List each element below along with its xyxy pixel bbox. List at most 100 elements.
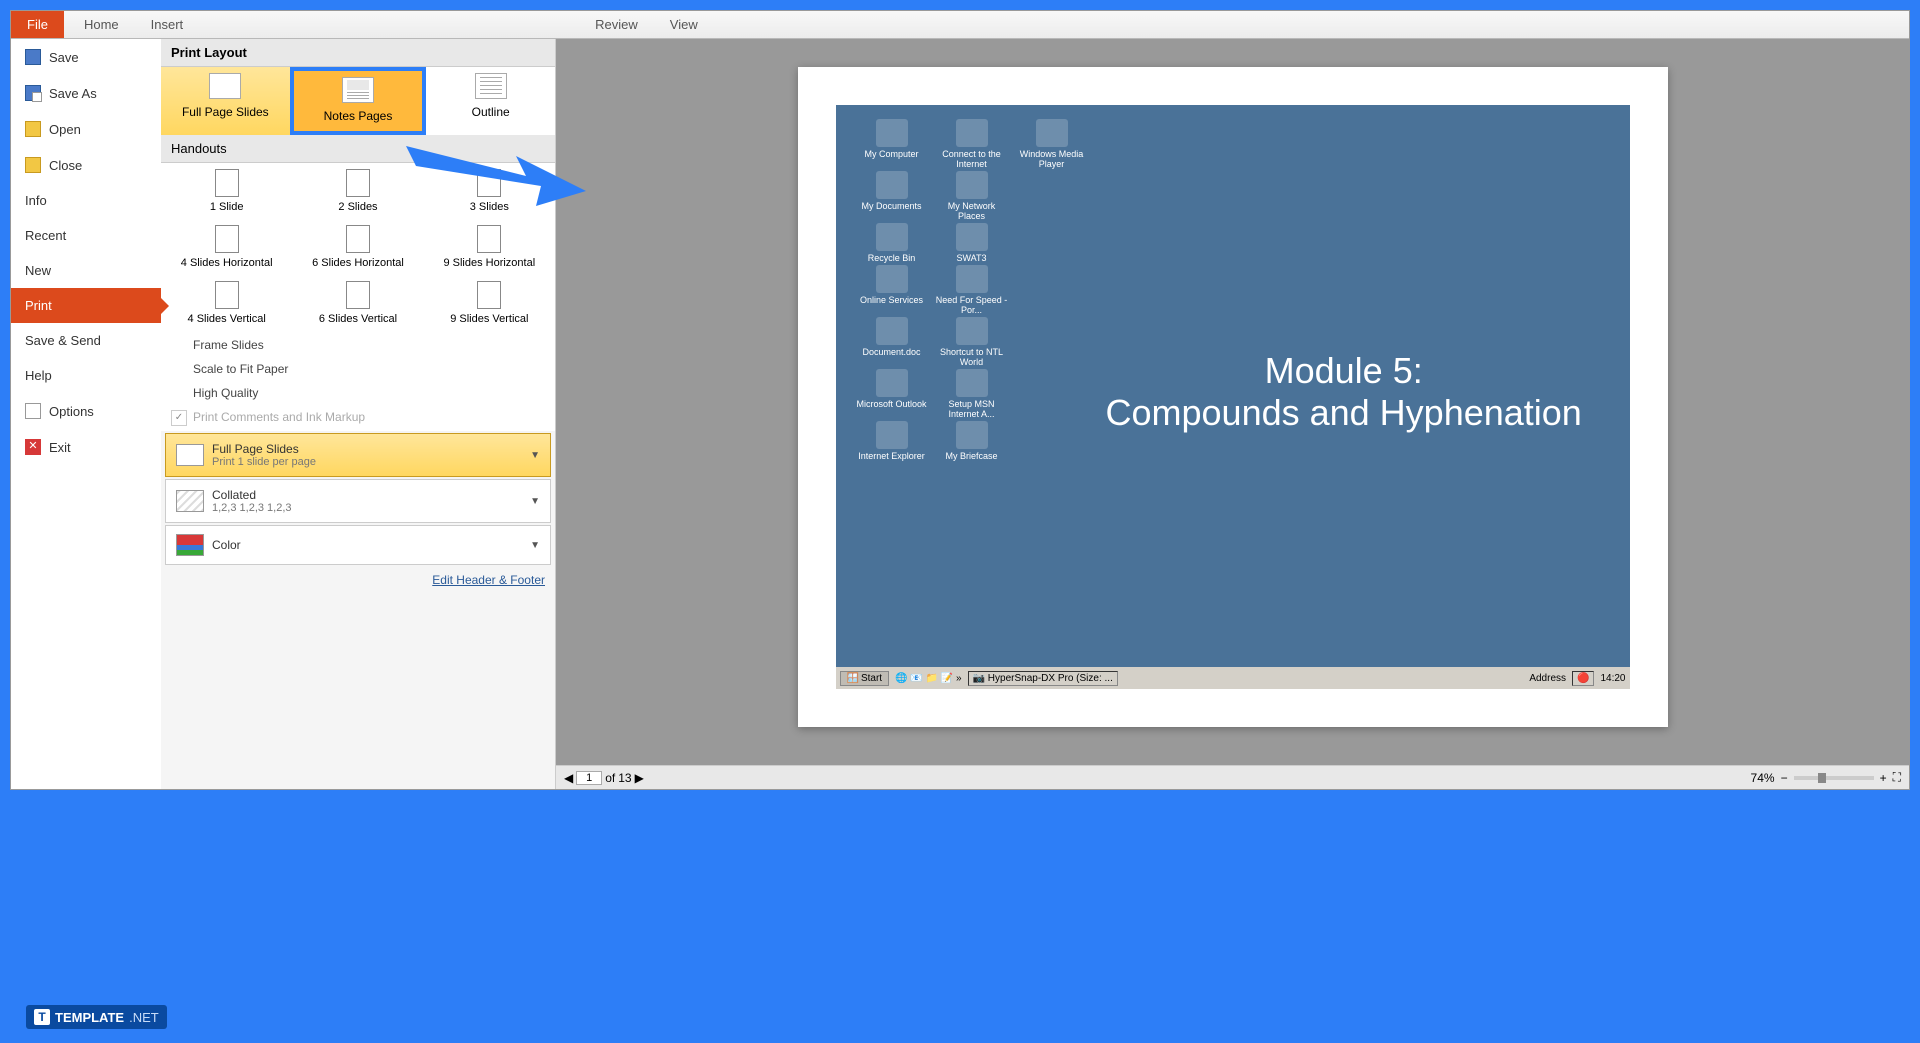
options-icon <box>25 403 41 419</box>
prev-page-button[interactable]: ◀ <box>564 771 573 785</box>
setting-fps-icon <box>176 444 204 466</box>
tab-insert[interactable]: Insert <box>135 11 200 38</box>
handout-4h-icon <box>215 225 239 253</box>
handout-3-slides[interactable]: 3 Slides <box>424 163 555 219</box>
quicklaunch-icons: 🌐 📧 📁 📝 » <box>895 673 961 684</box>
tab-review[interactable]: Review <box>579 11 654 38</box>
handout-9h-label: 9 Slides Horizontal <box>443 257 535 269</box>
handout-1-slide[interactable]: 1 Slide <box>161 163 292 219</box>
check-frame-slides[interactable]: Frame Slides <box>161 333 555 357</box>
print-layout-header: Print Layout <box>161 39 555 67</box>
handout-2-slides[interactable]: 2 Slides <box>292 163 423 219</box>
dropdown-arrow-icon: ▼ <box>530 450 540 461</box>
handout-1-label: 1 Slide <box>210 201 244 213</box>
total-pages: 13 <box>618 771 631 785</box>
notes-pages-icon <box>342 77 374 103</box>
handout-1-icon <box>215 169 239 197</box>
nav-print[interactable]: Print <box>11 288 161 323</box>
zoom-level: 74% <box>1751 771 1775 785</box>
save-icon <box>25 49 41 65</box>
clock: 14:20 <box>1600 673 1625 684</box>
icon-recycle: Recycle Bin <box>854 223 930 263</box>
icon-outlook: Microsoft Outlook <box>854 369 930 419</box>
nav-close[interactable]: Close <box>11 147 161 183</box>
start-button: 🪟 Start <box>840 671 890 686</box>
handout-6h-label: 6 Slides Horizontal <box>312 257 404 269</box>
template-net-watermark: T TEMPLATE.NET <box>26 1005 167 1029</box>
check-comments-ink: Print Comments and Ink Markup <box>161 405 555 429</box>
setting-fps-text: Full Page Slides Print 1 slide per page <box>212 442 530 468</box>
handout-6v-icon <box>346 281 370 309</box>
handout-3-label: 3 Slides <box>470 201 509 213</box>
address-label: Address <box>1529 673 1566 684</box>
setting-fps-sub: Print 1 slide per page <box>212 456 530 468</box>
nav-info[interactable]: Info <box>11 183 161 218</box>
icon-my-computer: My Computer <box>854 119 930 169</box>
nav-save[interactable]: Save <box>11 39 161 75</box>
check-high-quality[interactable]: High Quality <box>161 381 555 405</box>
next-page-button[interactable]: ▶ <box>635 771 644 785</box>
layout-full-page-slides[interactable]: Full Page Slides <box>161 67 290 135</box>
open-icon <box>25 121 41 137</box>
icon-ie: Internet Explorer <box>854 421 930 461</box>
nav-open[interactable]: Open <box>11 111 161 147</box>
powerpoint-window: File Home Insert Review View Save Save A… <box>10 10 1910 790</box>
nav-recent[interactable]: Recent <box>11 218 161 253</box>
handouts-grid: 1 Slide 2 Slides 3 Slides 4 Slides Horiz… <box>161 163 555 331</box>
nav-new[interactable]: New <box>11 253 161 288</box>
setting-collated[interactable]: Collated 1,2,3 1,2,3 1,2,3 ▼ <box>165 479 551 523</box>
icon-nfs: Need For Speed - Por... <box>934 265 1010 315</box>
zoom-slider[interactable] <box>1794 776 1874 780</box>
exit-icon: ✕ <box>25 439 41 455</box>
handouts-header: Handouts <box>161 135 555 163</box>
layout-outline[interactable]: Outline <box>426 67 555 135</box>
handout-6v[interactable]: 6 Slides Vertical <box>292 275 423 331</box>
zoom-controls: 74% − + ⛶ <box>1751 770 1901 785</box>
nav-exit[interactable]: ✕Exit <box>11 429 161 465</box>
tab-view[interactable]: View <box>654 11 714 38</box>
ribbon-tab-bar: File Home Insert Review View <box>11 11 1909 39</box>
handout-9v[interactable]: 9 Slides Vertical <box>424 275 555 331</box>
icon-online: Online Services <box>854 265 930 315</box>
nav-save-send[interactable]: Save & Send <box>11 323 161 358</box>
backstage-view: Save Save As Open Close Info Recent New … <box>11 39 1909 789</box>
handout-6v-label: 6 Slides Vertical <box>319 313 397 325</box>
print-layout-top-row: Full Page Slides Notes Pages Outline <box>161 67 555 135</box>
fit-to-window-button[interactable]: ⛶ <box>1893 770 1901 785</box>
saveas-icon <box>25 85 41 101</box>
zoom-in-button[interactable]: + <box>1880 771 1887 785</box>
nav-options[interactable]: Options <box>11 393 161 429</box>
setting-full-page-slides[interactable]: Full Page Slides Print 1 slide per page … <box>165 433 551 477</box>
zoom-out-button[interactable]: − <box>1781 771 1788 785</box>
tab-file[interactable]: File <box>11 11 64 38</box>
outline-icon <box>475 73 507 99</box>
edit-header-footer-link[interactable]: Edit Header & Footer <box>161 567 555 593</box>
print-preview-pane: My Computer Connect to the Internet Wind… <box>556 39 1909 789</box>
handout-4v-label: 4 Slides Vertical <box>188 313 266 325</box>
setting-color-text: Color <box>212 538 530 552</box>
setting-collated-sub: 1,2,3 1,2,3 1,2,3 <box>212 502 530 514</box>
layout-full-page-label: Full Page Slides <box>182 105 269 119</box>
handout-6h[interactable]: 6 Slides Horizontal <box>292 219 423 275</box>
nav-save-as[interactable]: Save As <box>11 75 161 111</box>
icon-ntl: Shortcut to NTL World <box>934 317 1010 367</box>
check-scale-fit[interactable]: Scale to Fit Paper <box>161 357 555 381</box>
handout-4h[interactable]: 4 Slides Horizontal <box>161 219 292 275</box>
icon-network: My Network Places <box>934 171 1010 221</box>
icon-wmp: Windows Media Player <box>1014 119 1090 169</box>
collate-icon <box>176 490 204 512</box>
nav-options-label: Options <box>49 404 94 419</box>
nav-help[interactable]: Help <box>11 358 161 393</box>
tab-home[interactable]: Home <box>68 11 135 38</box>
layout-notes-pages[interactable]: Notes Pages <box>290 67 427 135</box>
setting-color-title: Color <box>212 538 530 552</box>
handout-9h[interactable]: 9 Slides Horizontal <box>424 219 555 275</box>
print-layout-panel: Print Layout Full Page Slides Notes Page… <box>161 39 556 789</box>
windows-taskbar: 🪟 Start 🌐 📧 📁 📝 » 📷 HyperSnap-DX Pro (Si… <box>836 667 1630 689</box>
handout-2-label: 2 Slides <box>338 201 377 213</box>
nav-close-label: Close <box>49 158 82 173</box>
setting-color[interactable]: Color ▼ <box>165 525 551 565</box>
handout-4v[interactable]: 4 Slides Vertical <box>161 275 292 331</box>
page-number-input[interactable] <box>576 771 602 785</box>
handout-9v-label: 9 Slides Vertical <box>450 313 528 325</box>
